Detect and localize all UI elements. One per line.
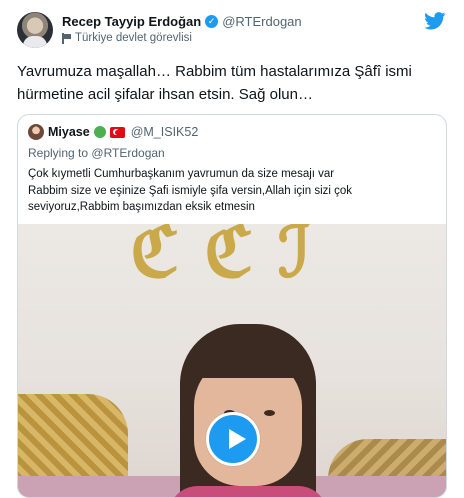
government-label-text: Türkiye devlet görevlisi <box>75 32 192 44</box>
gold-wall-decoration: ℭ <box>204 224 260 293</box>
quoted-text: Çok kıymetli Cumhurbaşkanım yavrumun da … <box>28 166 438 216</box>
government-label[interactable]: Türkiye devlet görevlisi <box>62 32 192 44</box>
child-bangs <box>188 332 308 378</box>
quoted-text-line-3: seviyoruz,Rabbim başımızdan eksik etmesi… <box>28 201 255 213</box>
quoted-text-line-1: Çok kıymetli Cumhurbaşkanım yavrumun da … <box>28 168 335 180</box>
gold-wall-decoration: ℐ <box>278 224 317 293</box>
tweet-text-line-1: Yavrumuza maşallah… Rabbim tüm hastaları… <box>17 63 412 80</box>
turkey-flag-icon <box>109 126 125 138</box>
quoted-author-name: Miyase <box>48 125 90 139</box>
play-icon[interactable] <box>206 412 260 466</box>
tweet-text-line-2: hürmetine acil şifalar ihsan etsin. Sağ … <box>17 86 313 103</box>
child-shirt <box>168 486 328 497</box>
quoted-author-row: Miyase @M_ISIK52 <box>28 124 198 140</box>
child-eye <box>264 410 275 416</box>
verified-badge-icon: ✓ <box>205 15 219 28</box>
twitter-bird-icon[interactable] <box>424 12 446 30</box>
tweet-text: Yavrumuza maşallah… Rabbim tüm hastaları… <box>17 60 447 106</box>
quoted-author-avatar <box>28 124 44 140</box>
quoted-author-handle: @M_ISIK52 <box>130 125 199 139</box>
tweet-card[interactable]: Recep Tayyip Erdoğan ✓ @RTErdogan Türkiy… <box>0 0 464 498</box>
author-handle[interactable]: @RTErdogan <box>222 14 301 29</box>
replying-to: Replying to @RTErdogan <box>28 146 165 160</box>
author-name-row: Recep Tayyip Erdoğan ✓ @RTErdogan <box>62 14 302 29</box>
flag-icon <box>62 32 71 44</box>
replying-to-prefix: Replying to <box>28 146 89 160</box>
quoted-text-line-2: Rabbim size ve eşinize Şafi ismiyle şifa… <box>28 184 353 197</box>
gold-wall-decoration: ℭ <box>130 224 186 293</box>
green-circle-icon <box>93 126 106 138</box>
author-avatar[interactable] <box>17 12 53 48</box>
replying-to-handle[interactable]: @RTErdogan <box>91 146 164 160</box>
author-name[interactable]: Recep Tayyip Erdoğan <box>62 14 201 29</box>
video-thumbnail[interactable]: ℭ ℭ ℐ <box>18 224 446 497</box>
quoted-tweet[interactable]: Miyase @M_ISIK52 Replying to @RTErdogan … <box>17 114 447 498</box>
